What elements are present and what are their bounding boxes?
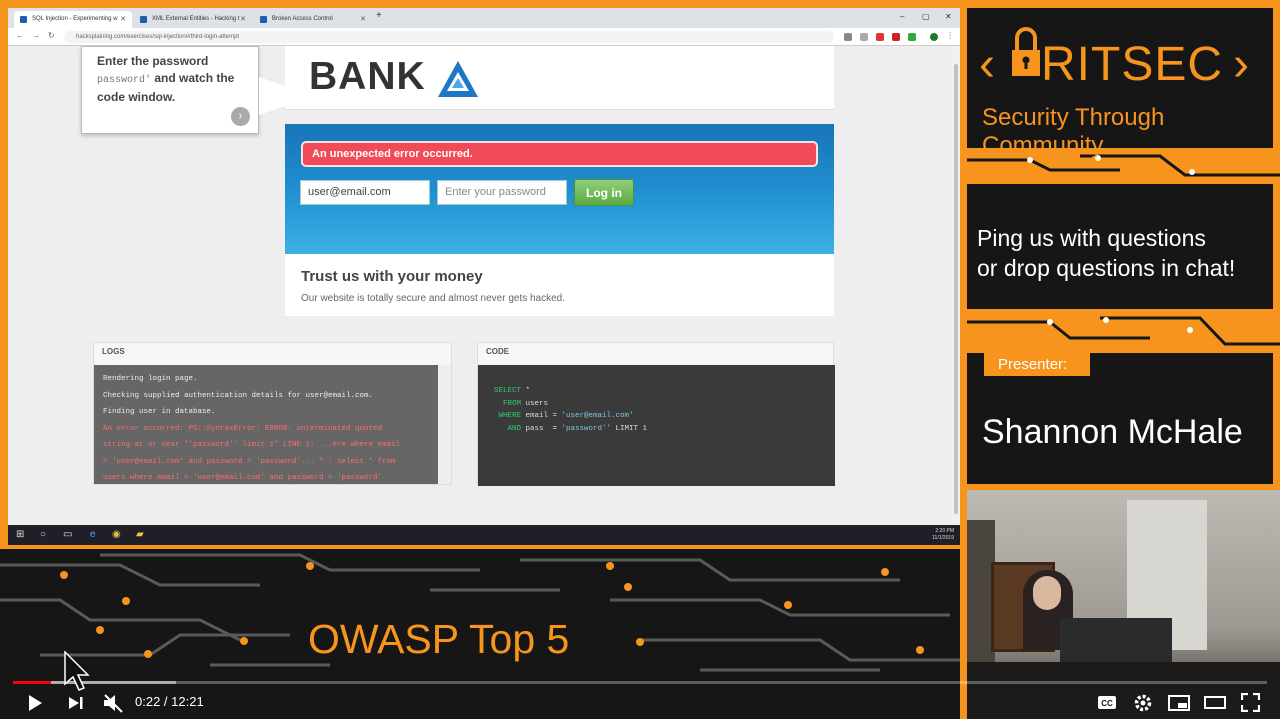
code-line: FROM users: [494, 399, 549, 408]
favicon-icon: [140, 16, 147, 23]
new-tab-icon[interactable]: +: [376, 10, 382, 21]
presenter-name: Shannon McHale: [982, 413, 1243, 451]
close-tab-icon[interactable]: ✕: [360, 15, 366, 23]
page-content: Enter the password password' and watch th…: [8, 46, 952, 525]
password-field[interactable]: Enter your password: [437, 180, 567, 205]
bank-header: BANK: [285, 46, 834, 110]
ritsec-logo: RITSEC: [1041, 38, 1224, 91]
url-bar[interactable]: hacksplaining.com/exercises/sql-injectio…: [64, 31, 834, 43]
browser-window: SQL Injection - Experimenting w ✕ XML Ex…: [8, 8, 960, 545]
mute-icon[interactable]: [102, 693, 124, 713]
task-view-icon[interactable]: ▭: [63, 529, 72, 540]
profile-icon[interactable]: [930, 33, 938, 41]
log-line: Rendering login page.: [103, 375, 198, 383]
url-text: hacksplaining.com/exercises/sql-injectio…: [76, 34, 240, 40]
key-icon[interactable]: [844, 33, 852, 41]
edge-icon[interactable]: e: [90, 529, 96, 540]
logs-panel: LOGS Rendering login page. Checking supp…: [93, 342, 452, 485]
tab-broken-access-control[interactable]: Broken Access Control ✕: [254, 11, 372, 28]
tab-label: Broken Access Control: [272, 16, 333, 22]
video-player[interactable]: SQL Injection - Experimenting w ✕ XML Ex…: [0, 0, 1280, 719]
presenter-camera-feed: [967, 490, 1280, 719]
tab-strip: SQL Injection - Experimenting w ✕ XML Ex…: [8, 8, 960, 28]
trust-title: Trust us with your money: [301, 268, 483, 285]
scrollbar-thumb[interactable]: [954, 64, 958, 514]
reload-icon[interactable]: ↻: [48, 31, 55, 40]
miniplayer-icon[interactable]: [1168, 695, 1190, 711]
forward-icon[interactable]: →: [32, 31, 40, 40]
error-banner: An unexpected error occurred.: [301, 141, 818, 167]
trust-subtitle: Our website is totally secure and almost…: [301, 293, 566, 304]
login-button[interactable]: Log in: [574, 179, 634, 206]
tagline: Security Through Community: [982, 104, 1165, 159]
windows-taskbar: ⊞ ○ ▭ e ◉ ▰ 2:20 PM 11/1/2019: [8, 525, 960, 545]
mouse-cursor-icon: [64, 651, 90, 691]
tab-label: XML External Entities - Hacking t: [152, 16, 240, 22]
played-bar: [13, 681, 51, 684]
questions-text: Ping us with questions or drop questions…: [977, 225, 1236, 281]
log-line-error: users where email = 'user@email.com' and…: [103, 474, 383, 482]
log-line: Checking supplied authentication details…: [103, 391, 374, 400]
favicon-icon: [20, 16, 27, 23]
code-line: WHERE email = 'user@email.com': [494, 412, 634, 420]
login-hero: An unexpected error occurred. user@email…: [285, 124, 834, 254]
bank-logo-icon: [438, 61, 478, 97]
back-icon[interactable]: ←: [16, 31, 24, 40]
next-icon[interactable]: [68, 696, 84, 710]
log-line-error: An error occurred: PG::SyntaxError: ERRO…: [103, 424, 383, 433]
favicon-icon: [260, 16, 267, 23]
page-scrollbar[interactable]: [952, 46, 960, 525]
minimize-icon[interactable]: –: [900, 12, 904, 21]
tab-label: SQL Injection - Experimenting w: [32, 16, 118, 22]
log-line-error: string at or near "'password'' limit 1" …: [103, 441, 401, 449]
window-close-icon[interactable]: ✕: [945, 12, 952, 21]
tab-sql-injection[interactable]: SQL Injection - Experimenting w ✕: [14, 11, 132, 28]
chevron-left-icon: ‹: [979, 38, 995, 91]
code-header: CODE: [486, 347, 510, 356]
presenter-label: Presenter:: [984, 352, 1090, 376]
svg-text:CC: CC: [1101, 699, 1113, 708]
code-line: SELECT *: [494, 387, 531, 395]
tutorial-callout: Enter the password password' and watch th…: [81, 46, 314, 134]
close-tab-icon[interactable]: ✕: [240, 15, 246, 23]
play-icon[interactable]: [27, 694, 43, 712]
tab-xml-external-entities[interactable]: XML External Entities - Hacking t ✕: [134, 11, 252, 28]
code-panel: CODE SELECT * FROM users WHERE email = '…: [477, 342, 835, 486]
logs-output: Rendering login page. Checking supplied …: [94, 365, 438, 484]
bank-logo: BANK: [309, 55, 426, 98]
logs-scrollbar[interactable]: [438, 365, 451, 484]
extension-icon[interactable]: [908, 33, 916, 41]
code-output: SELECT * FROM users WHERE email = 'user@…: [478, 365, 835, 486]
star-icon[interactable]: [860, 33, 868, 41]
menu-icon[interactable]: ⋮: [946, 31, 954, 40]
code-line: AND pass = 'password'' LIMIT 1: [494, 424, 648, 433]
lock-icon: [1012, 27, 1040, 76]
taskbar-clock: 2:20 PM 11/1/2019: [932, 528, 954, 541]
extension-icon[interactable]: [892, 33, 900, 41]
logs-header: LOGS: [102, 347, 125, 356]
address-toolbar: ← → ↻ hacksplaining.com/exercises/sql-in…: [8, 28, 960, 46]
log-line-error: = 'user@email.com' and password = 'passw…: [103, 457, 396, 466]
extension-icon[interactable]: [876, 33, 884, 41]
callout-text: Enter the password password' and watch th…: [97, 54, 235, 104]
talk-title: OWASP Top 5: [308, 616, 570, 662]
chevron-right-icon: ›: [1233, 38, 1249, 91]
progress-bar[interactable]: [13, 681, 1267, 684]
log-line: Finding user in database.: [103, 408, 216, 416]
file-explorer-icon[interactable]: ▰: [136, 529, 144, 540]
trust-section: Trust us with your money Our website is …: [285, 254, 834, 316]
chrome-icon[interactable]: ◉: [112, 529, 121, 540]
maximize-icon[interactable]: ▢: [922, 12, 930, 21]
close-tab-icon[interactable]: ✕: [120, 15, 126, 23]
settings-gear-icon[interactable]: [1133, 693, 1153, 713]
next-step-icon[interactable]: ›: [231, 107, 250, 126]
windows-start-icon[interactable]: ⊞: [16, 529, 24, 540]
cortana-icon[interactable]: ○: [40, 529, 46, 540]
captions-icon[interactable]: CC: [1097, 695, 1117, 710]
email-field[interactable]: user@email.com: [300, 180, 430, 205]
time-display: 0:22 / 12:21: [135, 694, 204, 709]
fullscreen-icon[interactable]: [1241, 693, 1260, 712]
theater-mode-icon[interactable]: [1204, 695, 1226, 710]
